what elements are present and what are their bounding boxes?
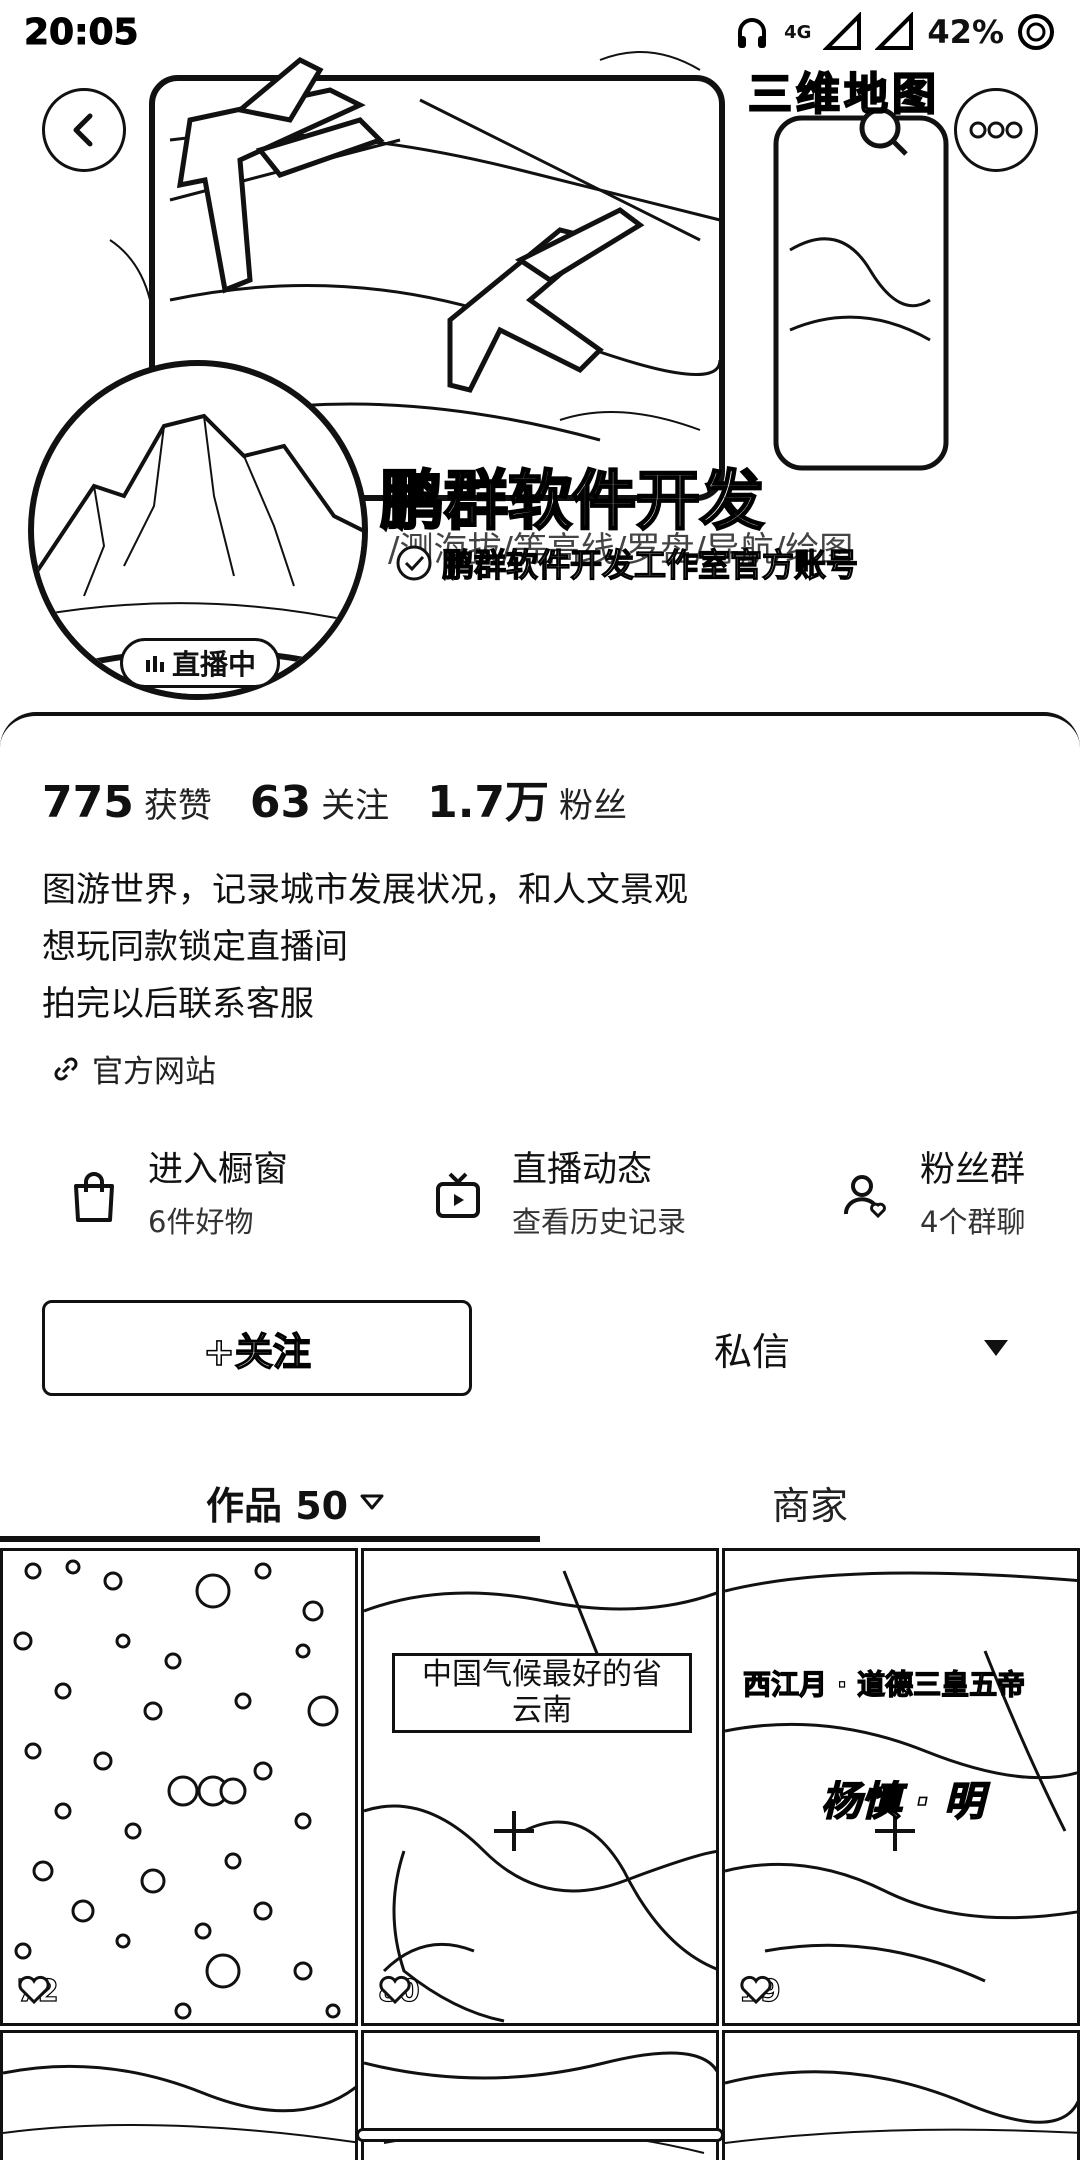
- verified-text: 鹏群软件开发工作室官方账号: [441, 545, 859, 584]
- stat-value: 775: [42, 777, 134, 828]
- stat-likes[interactable]: 775 获赞: [42, 777, 212, 828]
- bio-line: 想玩同款锁定直播间: [42, 927, 348, 967]
- headphone-icon: [738, 18, 767, 48]
- live-badge[interactable]: 直播中: [120, 638, 280, 688]
- profile-cover: 20:05 4G 42% 三维地图 直播中 鹏群软件开发 /测海拔/等高线/罗盘…: [0, 0, 1080, 720]
- heart-icon: [379, 1975, 411, 2004]
- feature-subtitle: 查看历史记录: [512, 1205, 687, 1239]
- more-actions-button[interactable]: [972, 1324, 1020, 1372]
- profile-nickname: 鹏群软件开发: [379, 464, 766, 541]
- post-caption-line: 云南: [512, 1693, 572, 1728]
- stat-followers[interactable]: 1.7万 粉丝: [427, 766, 627, 830]
- website-label: 官方网站: [92, 1054, 216, 1090]
- status-time: 20:05: [24, 11, 140, 53]
- post-thumbnail[interactable]: [0, 2030, 358, 2160]
- post-likes: 72: [16, 1973, 59, 2009]
- tv-icon: [436, 1172, 480, 1218]
- signal-icon: [875, 12, 914, 50]
- works-grid: 72 中国气候最好的省 云南: [0, 1548, 1080, 2160]
- back-button[interactable]: [42, 88, 126, 172]
- profile-bio: 图游世界，记录城市发展状况，和人文景观 想玩同款锁定直播间 拍完以后联系客服: [42, 862, 688, 1033]
- post-likes: 19: [738, 1973, 781, 2009]
- post-thumbnail[interactable]: 中国气候最好的省 云南 80: [361, 1548, 719, 2026]
- stat-label: 关注: [321, 786, 390, 826]
- bio-line: 拍完以后联系客服: [42, 984, 314, 1024]
- network-type: 4G: [784, 21, 812, 43]
- tab-works-label: 作品 50: [206, 1483, 349, 1528]
- fan-group-icon: [844, 1175, 886, 1219]
- post-thumbnail[interactable]: 72: [0, 1548, 358, 2026]
- profile-sheet: 775 获赞 63 关注 1.7万 粉丝 图游世界，记录城市发展状况，和人文景观…: [0, 712, 1080, 2160]
- verified-check-icon: [396, 545, 432, 581]
- post-thumbnail[interactable]: 西江月 · 道德三皇五帝 杨慎 · 明 19: [722, 1548, 1080, 2026]
- feature-title: 粉丝群: [920, 1150, 1026, 1190]
- chevron-left-icon: [73, 113, 93, 147]
- bio-line: 图游世界，记录城市发展状况，和人文景观: [42, 870, 688, 910]
- feature-title: 进入橱窗: [148, 1150, 289, 1190]
- message-button[interactable]: 私信: [602, 1300, 902, 1396]
- dots-pattern-image: [13, 1559, 341, 2020]
- verified-badge: 鹏群软件开发工作室官方账号: [394, 540, 859, 586]
- more-dots-icon: [969, 121, 1023, 139]
- profile-stats: 775 获赞 63 关注 1.7万 粉丝: [42, 766, 627, 830]
- feature-live-history[interactable]: 直播动态 查看历史记录: [426, 1146, 686, 1246]
- signal-icon: [823, 12, 862, 50]
- live-bars-icon: [145, 656, 164, 672]
- heart-icon: [740, 1975, 772, 2004]
- yunnan-map-image: [364, 1570, 716, 2023]
- shopping-bag-icon: [74, 1172, 114, 1222]
- heart-icon: [18, 1975, 50, 2004]
- content-tabs: 作品 50 商家: [0, 1462, 1080, 1542]
- triangle-down-icon: [360, 1494, 384, 1510]
- more-button[interactable]: [954, 88, 1038, 172]
- stat-following[interactable]: 63 关注: [250, 777, 389, 828]
- stat-value: 63: [249, 777, 312, 828]
- triangle-down-icon: [984, 1340, 1008, 1356]
- tab-works[interactable]: 作品 50: [206, 1462, 384, 1542]
- post-caption-box: 中国气候最好的省 云南: [392, 1653, 692, 1733]
- feature-fan-group[interactable]: 粉丝群 4个群聊: [834, 1146, 1025, 1246]
- link-icon: [54, 1057, 78, 1080]
- stat-value: 1.7万: [427, 777, 550, 828]
- home-indicator[interactable]: [356, 2128, 724, 2142]
- tab-merchant[interactable]: 商家: [772, 1462, 848, 1542]
- feature-showcase[interactable]: 进入橱窗 6件好物: [62, 1146, 288, 1246]
- stat-label: 粉丝: [559, 786, 628, 826]
- post-image: [725, 2070, 1077, 2144]
- post-thumbnail[interactable]: [722, 2030, 1080, 2160]
- post-image: [3, 2064, 355, 2144]
- feature-title: 直播动态: [512, 1150, 653, 1190]
- feature-row: 进入橱窗 6件好物 直播动态 查看历史记录 粉丝群 4个群聊: [0, 1146, 1080, 1256]
- post-likes: 80: [377, 1973, 420, 2009]
- feature-subtitle: 6件好物: [148, 1205, 254, 1239]
- status-bar: 20:05 4G 42%: [0, 0, 1080, 64]
- post-caption-line: 中国气候最好的省: [422, 1657, 662, 1692]
- stat-label: 获赞: [143, 786, 212, 826]
- post-title: 西江月 · 道德三皇五帝: [742, 1667, 1026, 1701]
- battery-percent: 42%: [927, 13, 1004, 51]
- follow-button[interactable]: +关注: [42, 1300, 472, 1396]
- feature-subtitle: 4个群聊: [920, 1205, 1026, 1239]
- status-icons: 4G 42%: [732, 12, 1056, 52]
- cover-map3d-label: 三维地图: [747, 68, 940, 121]
- website-link[interactable]: 官方网站: [50, 1046, 216, 1091]
- post-stamp: 杨慎 · 明: [820, 1778, 985, 1826]
- live-badge-label: 直播中: [171, 648, 256, 681]
- profile-actions: +关注 私信: [42, 1300, 1042, 1396]
- battery-icon: [1018, 14, 1054, 50]
- active-tab-indicator: [0, 1536, 540, 1542]
